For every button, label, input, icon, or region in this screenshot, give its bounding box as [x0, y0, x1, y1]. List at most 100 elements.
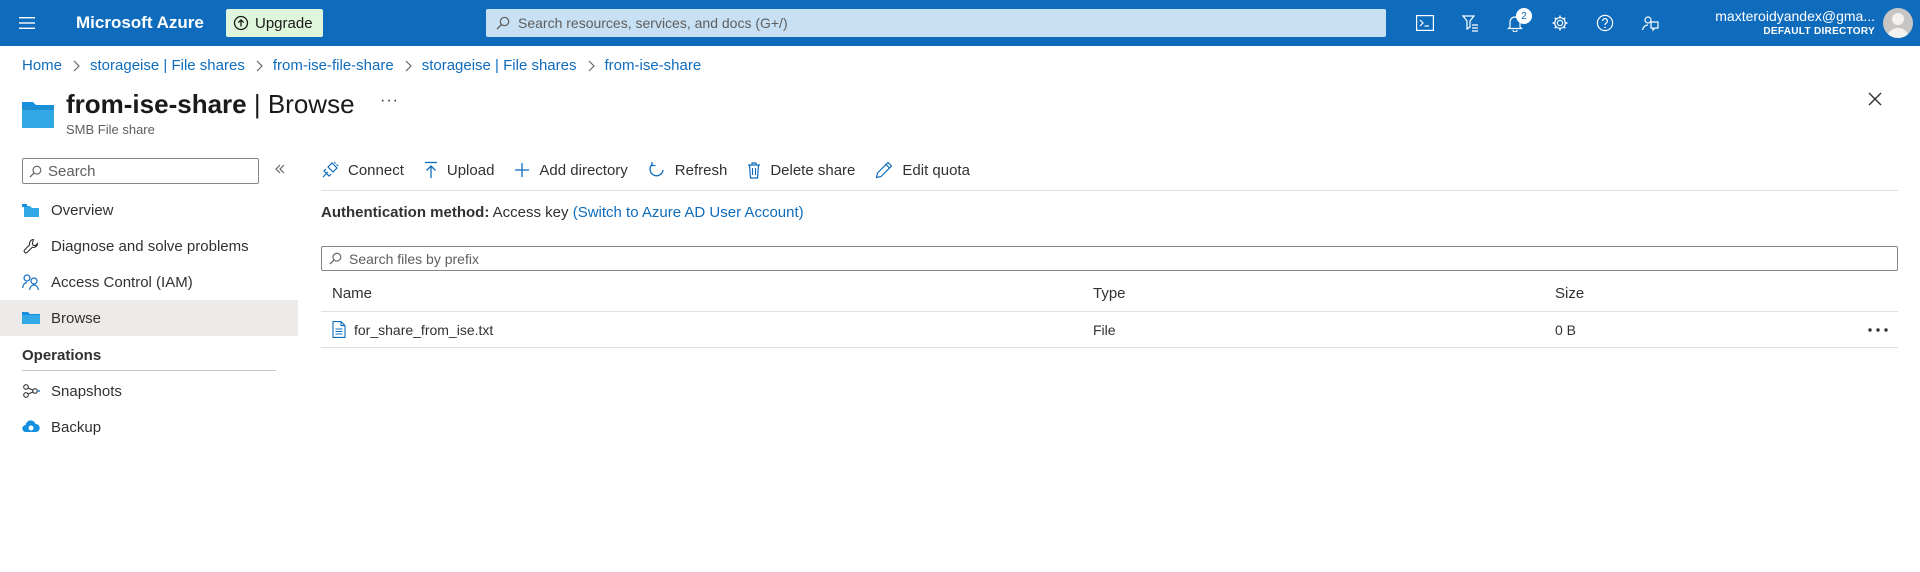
sidebar-item-snapshots[interactable]: Snapshots: [0, 373, 298, 409]
add-directory-button[interactable]: Add directory: [514, 161, 628, 179]
chevron-right-icon: [72, 60, 80, 72]
delete-share-label: Delete share: [770, 161, 856, 179]
file-share-folder-icon: [22, 102, 54, 128]
people-icon: [22, 273, 40, 291]
cloud-shell-button[interactable]: [1402, 0, 1447, 46]
file-type: File: [1093, 321, 1116, 338]
column-header-type[interactable]: Type: [1093, 285, 1555, 302]
table-row[interactable]: for_share_from_ise.txt File 0 B: [321, 312, 1898, 348]
add-directory-label: Add directory: [539, 161, 628, 179]
refresh-label: Refresh: [674, 161, 728, 179]
notifications-button[interactable]: 2: [1492, 0, 1537, 46]
close-icon: [1868, 92, 1882, 106]
sidebar-item-browse[interactable]: Browse: [0, 300, 298, 336]
help-icon: [1596, 14, 1613, 32]
breadcrumb: Home storageise | File shares from-ise-f…: [22, 57, 701, 74]
file-size: 0 B: [1555, 321, 1577, 338]
file-search-input[interactable]: [349, 250, 1849, 267]
chevron-right-icon: [404, 60, 412, 72]
plug-icon: [321, 161, 339, 179]
refresh-button[interactable]: Refresh: [648, 161, 728, 179]
account-menu[interactable]: maxteroidyandex@gma... DEFAULT DIRECTORY: [1680, 0, 1913, 46]
file-search[interactable]: [321, 246, 1898, 271]
sidebar-item-label: Overview: [51, 201, 114, 219]
upgrade-arrow-icon: [233, 15, 249, 31]
more-options-button[interactable]: ···: [380, 92, 399, 110]
trash-icon: [747, 161, 761, 179]
upload-icon: [424, 161, 438, 179]
table-header: Name Type Size: [321, 276, 1898, 312]
cloud-shell-icon: [1415, 15, 1434, 31]
search-icon: [329, 252, 342, 265]
account-email: maxteroidyandex@gma...: [1715, 8, 1875, 24]
feedback-button[interactable]: [1627, 0, 1672, 46]
page-subtitle: SMB File share: [66, 122, 155, 137]
switch-auth-link[interactable]: (Switch to Azure AD User Account): [573, 204, 804, 221]
brand-title[interactable]: Microsoft Azure: [76, 13, 226, 33]
notification-count-badge: 2: [1516, 8, 1532, 24]
settings-icon: [1552, 15, 1567, 31]
directory-filter-icon: [1461, 15, 1478, 32]
row-more-button[interactable]: [1825, 327, 1898, 332]
upgrade-button[interactable]: Upgrade: [226, 9, 323, 37]
settings-button[interactable]: [1537, 0, 1582, 46]
wrench-icon: [22, 237, 40, 255]
user-avatar-icon: [1887, 13, 1909, 38]
top-bar: Microsoft Azure Upgrade 2 maxteroidyande…: [0, 0, 1920, 46]
sidebar-nav: Overview Diagnose and solve problems Acc…: [0, 192, 298, 445]
page-title: from-ise-share | Browse: [66, 89, 355, 119]
backup-cloud-icon: [22, 418, 40, 436]
connect-label: Connect: [348, 161, 404, 179]
chevron-right-icon: [255, 60, 263, 72]
account-directory: DEFAULT DIRECTORY: [1763, 26, 1875, 37]
help-button[interactable]: [1582, 0, 1627, 46]
directory-filter-button[interactable]: [1447, 0, 1492, 46]
auth-method-value: Access key: [492, 204, 569, 221]
avatar: [1883, 8, 1913, 38]
search-icon: [496, 16, 510, 30]
file-share-icon: [22, 201, 40, 219]
breadcrumb-home[interactable]: Home: [22, 57, 62, 74]
sidebar-search-input[interactable]: [48, 162, 248, 180]
text-file-icon: [332, 321, 346, 338]
edit-quota-button[interactable]: Edit quota: [875, 161, 970, 179]
double-chevron-left-icon: [275, 164, 285, 174]
plus-icon: [514, 162, 530, 178]
column-header-size[interactable]: Size: [1555, 285, 1825, 302]
ellipsis-icon: [1868, 327, 1888, 332]
auth-method-label: Authentication method:: [321, 204, 490, 221]
sidebar-item-label: Access Control (IAM): [51, 273, 193, 291]
portal-menu-button[interactable]: [0, 0, 54, 46]
sidebar-search[interactable]: [22, 158, 259, 184]
sidebar-section-operations: Operations: [22, 347, 102, 364]
breadcrumb-storage-file-shares-2[interactable]: storageise | File shares: [422, 57, 577, 74]
command-bar-divider: [321, 190, 1898, 191]
upload-label: Upload: [446, 161, 495, 179]
command-bar: Connect Upload Add directory Refresh Del…: [321, 157, 990, 183]
sidebar-item-backup[interactable]: Backup: [0, 409, 298, 445]
close-blade-button[interactable]: [1868, 92, 1882, 109]
refresh-icon: [648, 161, 666, 179]
global-search[interactable]: [486, 9, 1386, 37]
page-header: from-ise-share | Browse SMB File share: [22, 88, 355, 137]
breadcrumb-from-ise-file-share[interactable]: from-ise-file-share: [273, 57, 394, 74]
sidebar-item-label: Browse: [51, 309, 102, 327]
collapse-sidebar-button[interactable]: [274, 162, 286, 178]
upload-button[interactable]: Upload: [424, 161, 495, 179]
files-table: Name Type Size for_share_from_ise.txt Fi…: [321, 276, 1898, 348]
breadcrumb-storage-file-shares[interactable]: storageise | File shares: [90, 57, 245, 74]
breadcrumb-from-ise-share[interactable]: from-ise-share: [605, 57, 702, 74]
delete-share-button[interactable]: Delete share: [747, 161, 855, 179]
file-name[interactable]: for_share_from_ise.txt: [354, 322, 493, 338]
sidebar-item-label: Backup: [51, 418, 102, 436]
column-header-name[interactable]: Name: [321, 285, 1093, 302]
pencil-icon: [875, 161, 893, 179]
search-icon: [29, 165, 42, 177]
connect-button[interactable]: Connect: [321, 161, 404, 179]
sidebar-item-overview[interactable]: Overview: [0, 192, 298, 228]
edit-quota-label: Edit quota: [902, 161, 970, 179]
global-search-input[interactable]: [518, 15, 1378, 31]
sidebar-item-access-control[interactable]: Access Control (IAM): [0, 264, 298, 300]
chevron-right-icon: [587, 60, 595, 72]
sidebar-item-diagnose[interactable]: Diagnose and solve problems: [0, 228, 298, 264]
